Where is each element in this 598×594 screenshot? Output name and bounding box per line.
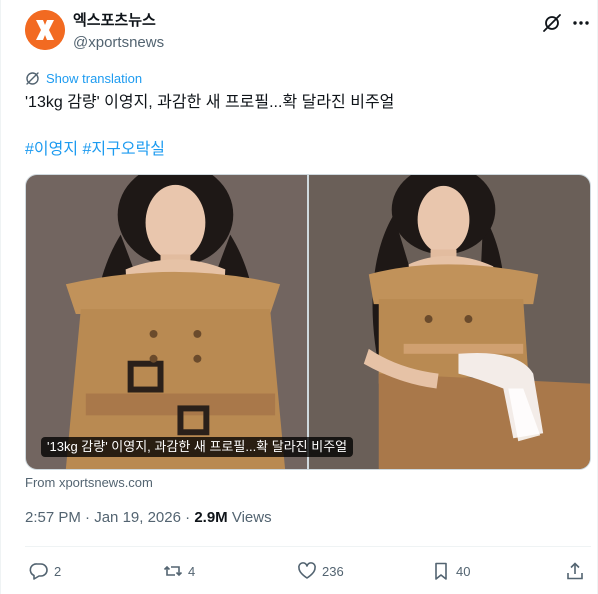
- show-translation-label[interactable]: Show translation: [46, 71, 142, 86]
- bookmark-button[interactable]: 40: [431, 558, 470, 584]
- hashtags: #이영지 #지구오락실: [25, 139, 165, 161]
- share-icon: [567, 562, 583, 580]
- tweet-card[interactable]: 엑스포츠뉴스 @xportsnews Show translation '13k…: [0, 0, 598, 594]
- more-icon[interactable]: [571, 12, 591, 34]
- reply-button[interactable]: 2: [29, 558, 61, 584]
- views-label: Views: [231, 509, 272, 526]
- reply-icon: [29, 563, 48, 580]
- meta-separator: ·: [80, 509, 95, 526]
- media-caption: '13kg 감량' 이영지, 과감한 새 프로필...확 달라진 비주얼: [41, 437, 354, 457]
- photo-right-image: [309, 175, 590, 469]
- show-translation-link[interactable]: Show translation: [25, 69, 142, 87]
- bookmark-count: 40: [456, 563, 471, 579]
- photo-left[interactable]: [26, 175, 307, 469]
- heart-icon: [298, 562, 316, 579]
- share-button[interactable]: [565, 558, 585, 584]
- tweet-time[interactable]: 2:57 PM: [25, 509, 81, 526]
- tweet-meta: 2:57 PM · Jan 19, 2026 · 2.9M Views: [25, 508, 272, 528]
- hashtag-link[interactable]: #지구오락실: [83, 141, 166, 158]
- repost-icon: [163, 565, 183, 577]
- reply-count: 2: [54, 563, 62, 579]
- meta-separator: ·: [180, 509, 195, 526]
- hashtag-link[interactable]: #이영지: [25, 141, 78, 158]
- translate-icon: [26, 71, 39, 85]
- source-link[interactable]: From xportsnews.com: [25, 475, 153, 491]
- photo-left-image: [26, 175, 307, 469]
- grok-icon[interactable]: [541, 12, 563, 34]
- tweet-date[interactable]: Jan 19, 2026: [94, 509, 181, 526]
- like-button[interactable]: 236: [297, 558, 344, 584]
- views-count: 2.9M: [194, 509, 228, 526]
- repost-count: 4: [188, 563, 196, 579]
- avatar[interactable]: [25, 10, 65, 50]
- media-gallery[interactable]: [25, 174, 591, 470]
- bookmark-icon: [435, 562, 447, 580]
- repost-button[interactable]: 4: [163, 558, 195, 584]
- photo-right[interactable]: [309, 175, 590, 469]
- divider: [25, 546, 591, 547]
- x-logo-icon: [25, 10, 65, 50]
- display-name[interactable]: 엑스포츠뉴스: [73, 12, 156, 30]
- tweet-text: '13kg 감량' 이영지, 과감한 새 프로필...확 달라진 비주얼: [25, 94, 395, 111]
- like-count: 236: [322, 563, 344, 579]
- action-bar: 2 4 236 40: [25, 558, 591, 584]
- user-handle[interactable]: @xportsnews: [73, 34, 164, 52]
